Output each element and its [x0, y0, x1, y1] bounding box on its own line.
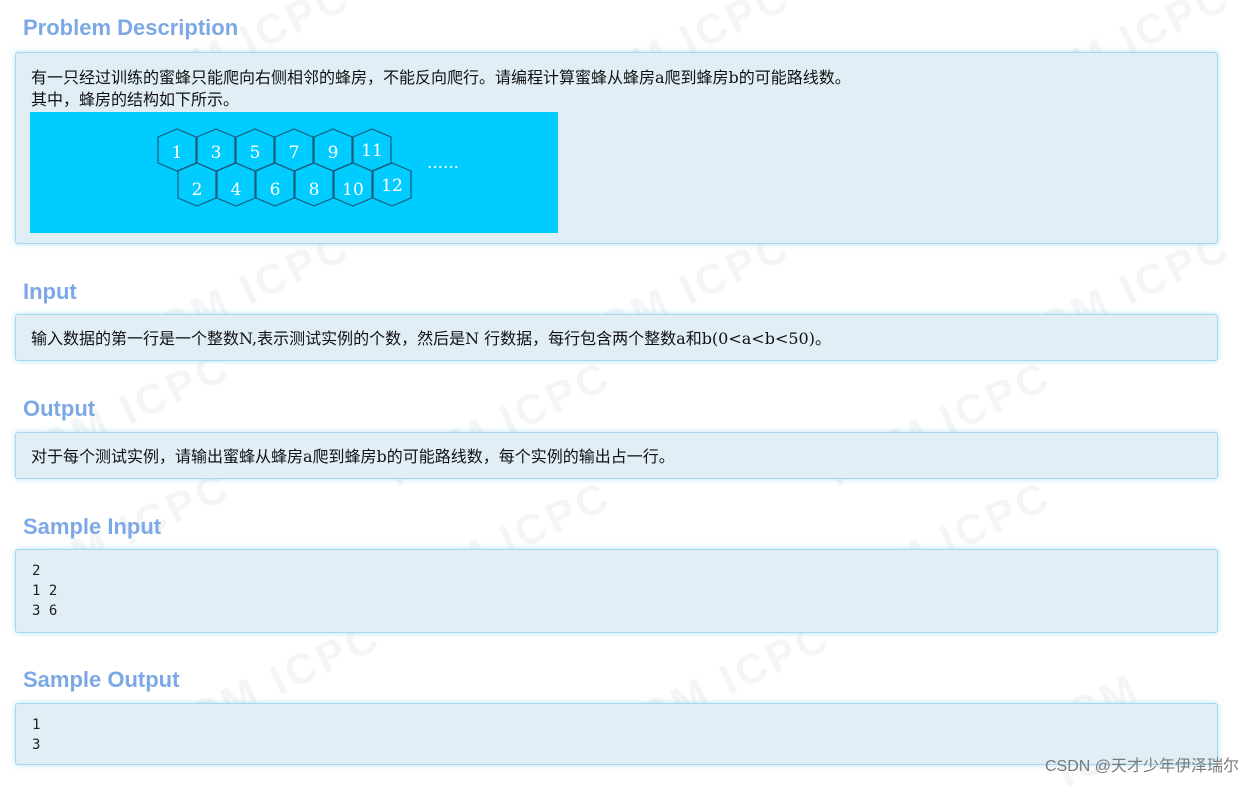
hive-cell-3: 3 — [211, 143, 222, 163]
problem-description-line-2: 其中，蜂房的结构如下所示。 — [31, 90, 240, 109]
sample-output-content: 1 3 — [32, 717, 41, 753]
output-panel: 对于每个测试实例，请输出蜜蜂从蜂房a爬到蜂房b的可能路线数，每个实例的输出占一行… — [15, 432, 1218, 479]
sample-input-content: 2 1 2 3 6 — [32, 563, 58, 619]
problem-description-line-1: 有一只经过训练的蜜蜂只能爬向右侧相邻的蜂房，不能反向爬行。请编程计算蜜蜂从蜂房a… — [31, 68, 851, 87]
input-text: 输入数据的第一行是一个整数N,表示测试实例的个数，然后是N 行数据，每行包含两个… — [31, 329, 831, 348]
output-title: Output — [23, 396, 96, 421]
hive-cell-5: 5 — [250, 143, 261, 163]
hive-cell-7: 7 — [289, 143, 300, 163]
hive-cell-12: 12 — [381, 176, 403, 196]
sample-output-title: Sample Output — [23, 667, 180, 692]
sample-output-panel: 1 3 — [15, 703, 1218, 765]
hive-cell-8: 8 — [309, 180, 320, 200]
csdn-credit: CSDN @天才少年伊泽瑞尔 — [1044, 758, 1239, 775]
problem-description-title: Problem Description — [23, 15, 239, 40]
honeycomb-figure: 1 3 5 7 9 11 2 4 6 8 10 12 …… — [30, 112, 558, 233]
sample-input-panel: 2 1 2 3 6 — [15, 549, 1218, 633]
output-text: 对于每个测试实例，请输出蜜蜂从蜂房a爬到蜂房b的可能路线数，每个实例的输出占一行… — [31, 447, 675, 466]
problem-description-panel: 有一只经过训练的蜜蜂只能爬向右侧相邻的蜂房，不能反向爬行。请编程计算蜜蜂从蜂房a… — [15, 52, 1218, 244]
hive-cell-6: 6 — [270, 180, 281, 200]
hive-cell-4: 4 — [231, 180, 242, 200]
hive-cell-2: 2 — [192, 180, 203, 200]
hive-cell-1: 1 — [172, 143, 183, 163]
sample-input-title: Sample Input — [23, 514, 162, 539]
input-panel: 输入数据的第一行是一个整数N,表示测试实例的个数，然后是N 行数据，每行包含两个… — [15, 314, 1218, 361]
input-title: Input — [23, 279, 77, 304]
hive-cell-9: 9 — [328, 143, 339, 163]
hive-cell-11: 11 — [361, 141, 383, 161]
hive-cell-10: 10 — [342, 180, 364, 200]
hive-ellipsis: …… — [427, 153, 459, 172]
honeycomb-diagram: 1 3 5 7 9 11 2 4 6 8 10 12 …… — [157, 128, 459, 207]
